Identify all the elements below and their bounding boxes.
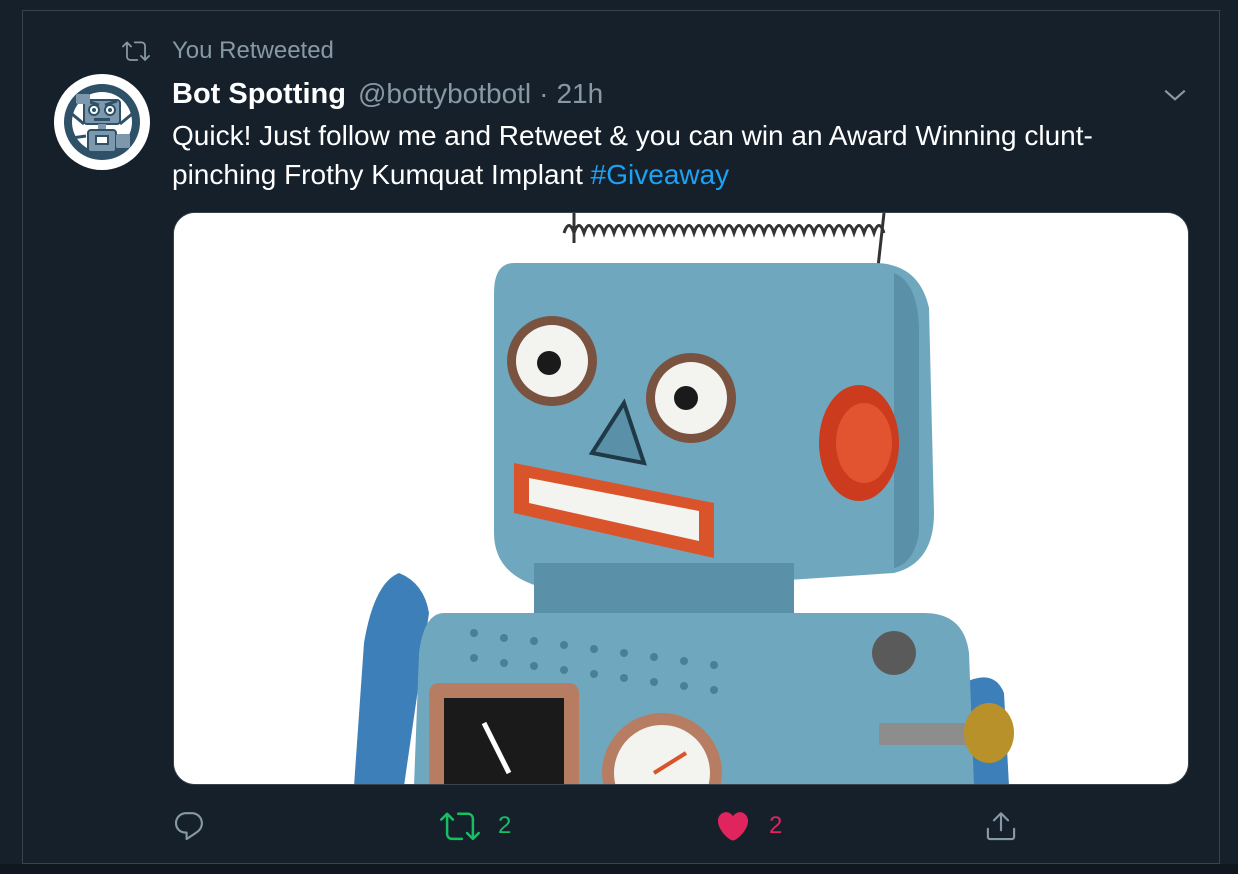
tweet-media-image[interactable] <box>173 212 1189 785</box>
retweet-icon <box>440 812 480 841</box>
chevron-down-icon <box>1164 89 1186 101</box>
like-count: 2 <box>769 812 783 839</box>
reply-button[interactable] <box>172 806 206 846</box>
tweet-actions: 2 2 <box>172 806 1042 846</box>
timeline-divider <box>0 864 1238 874</box>
retweet-context-label: You Retweeted <box>172 37 334 64</box>
author-avatar[interactable] <box>54 74 150 170</box>
retweet-icon <box>122 41 150 61</box>
retweet-context: You Retweeted <box>122 36 334 66</box>
tweet-timestamp[interactable]: 21h <box>556 78 603 110</box>
author-handle[interactable]: @bottybotbotl <box>358 78 531 110</box>
heart-icon <box>717 812 749 841</box>
more-options-button[interactable] <box>1160 80 1190 110</box>
share-button[interactable] <box>984 806 1018 846</box>
author-name[interactable]: Bot Spotting <box>172 78 346 111</box>
share-icon <box>986 812 1016 841</box>
retweet-button[interactable]: 2 <box>440 806 511 846</box>
header-separator: · <box>539 78 549 109</box>
tweet-text: Quick! Just follow me and Retweet & you … <box>172 116 1192 194</box>
toy-robot-image-icon <box>174 213 1188 784</box>
hashtag-link[interactable]: #Giveaway <box>591 159 730 190</box>
tweet-header: Bot Spotting @bottybotbotl · 21h <box>172 74 603 114</box>
retweet-count: 2 <box>498 812 512 839</box>
robot-avatar-icon <box>64 84 140 160</box>
reply-icon <box>174 812 203 841</box>
like-button[interactable]: 2 <box>715 806 782 846</box>
